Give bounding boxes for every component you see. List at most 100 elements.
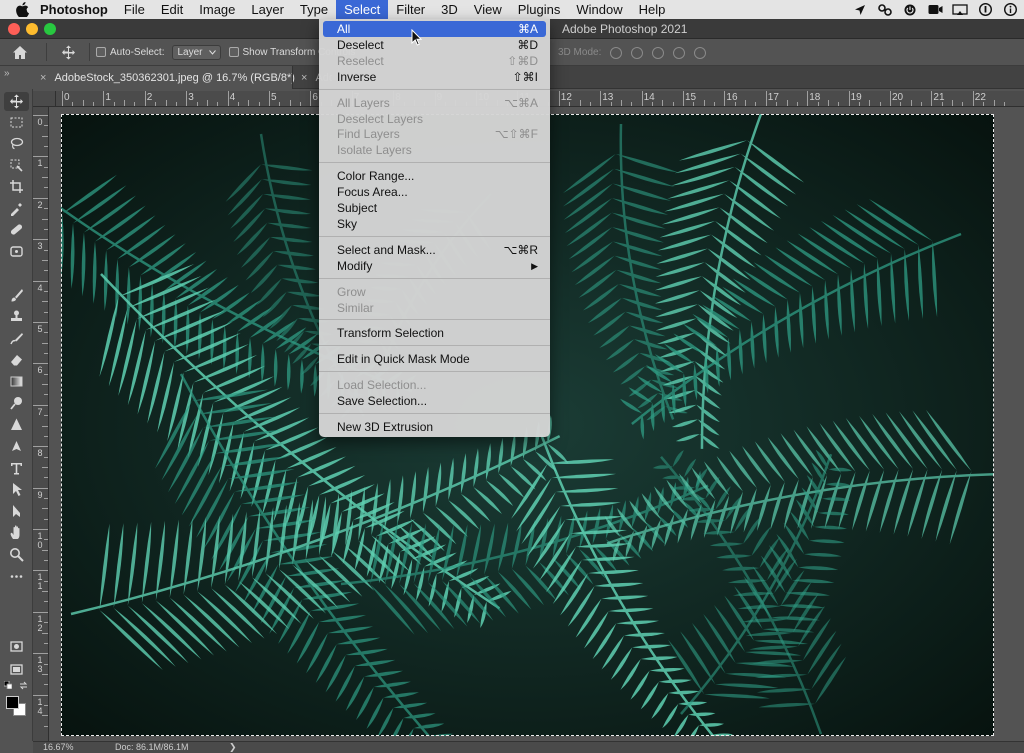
collapse-panels-icon[interactable]: » [4, 68, 10, 79]
creative-cloud-icon[interactable] [877, 3, 893, 17]
eyedropper-tool[interactable] [4, 199, 29, 218]
menu-item-select-and-mask[interactable]: Select and Mask... ⌥⌘R [323, 242, 546, 258]
marquee-tool[interactable] [4, 113, 29, 132]
menu-filter[interactable]: Filter [388, 0, 433, 19]
close-tab-icon[interactable]: × [301, 72, 307, 84]
menu-photoshop[interactable]: Photoshop [34, 0, 116, 19]
close-window-button[interactable] [8, 23, 20, 35]
vertical-ruler[interactable]: 01234567891 01 11 21 31 4 [33, 107, 49, 741]
window-title: Adobe Photoshop 2021 [562, 22, 688, 36]
menu-item-deselect[interactable]: Deselect ⌘D [323, 37, 546, 53]
menu-edit[interactable]: Edit [153, 0, 191, 19]
menu-item-label: All [337, 22, 351, 36]
menu-item-shortcut: ⇧⌘D [507, 53, 538, 68]
ruler-origin[interactable] [33, 91, 56, 107]
auto-select-checkbox[interactable] [96, 47, 106, 57]
pointer-tool[interactable] [4, 502, 29, 521]
ruler-minor-tick [44, 663, 48, 665]
menu-image[interactable]: Image [191, 0, 243, 19]
ruler-minor-tick [155, 102, 157, 106]
location-arrow-icon[interactable] [852, 3, 868, 17]
3d-scale-icon[interactable] [694, 46, 707, 59]
home-button[interactable] [0, 39, 40, 66]
clone-stamp-tool[interactable] [4, 307, 29, 326]
more-tools-button[interactable] [4, 567, 29, 586]
3d-orbit-icon[interactable] [610, 46, 623, 59]
video-camera-icon[interactable] [927, 3, 943, 17]
ruler-minor-tick [703, 100, 705, 106]
menu-3d[interactable]: 3D [433, 0, 466, 19]
submenu-arrow-icon: ▶ [531, 260, 538, 271]
zoom-window-button[interactable] [44, 23, 56, 35]
menu-item-focus-area[interactable]: Focus Area... [323, 184, 546, 200]
auto-select-dropdown[interactable]: Layer [172, 44, 221, 60]
menu-item-modify[interactable]: Modify ▶ [323, 258, 546, 274]
menu-file[interactable]: File [116, 0, 153, 19]
power-icon[interactable] [902, 3, 918, 17]
menu-item-inverse[interactable]: Inverse ⇧⌘I [323, 69, 546, 85]
minimize-window-button[interactable] [26, 23, 38, 35]
menu-item-edit-in-quick-mask-mode[interactable]: Edit in Quick Mask Mode [323, 351, 546, 367]
menu-item-sky[interactable]: Sky [323, 216, 546, 232]
menu-item-label: Modify [337, 258, 373, 273]
menu-item-find-layers: Find Layers ⌥⇧⌘F [323, 126, 546, 142]
move-tool[interactable] [4, 92, 29, 111]
menu-item-subject[interactable]: Subject [323, 200, 546, 216]
status-menu-arrow[interactable]: ❯ [229, 742, 237, 753]
ruler-minor-tick [44, 725, 48, 727]
screen-mirroring-icon[interactable] [952, 3, 968, 17]
ruler-label: 21 [933, 92, 945, 103]
brush-icon [11, 289, 23, 302]
document-tab-active[interactable]: × AdobeStock_350362301.jpeg @ 16.7% (RGB… [30, 66, 295, 89]
3d-slide-icon[interactable] [673, 46, 686, 59]
healing-brush-tool[interactable] [4, 220, 29, 239]
menu-select[interactable]: Select [336, 0, 389, 19]
swap-colors-icon[interactable] [19, 681, 28, 690]
path-selection-tool[interactable] [4, 480, 29, 499]
auto-select-option[interactable]: Auto-Select: [96, 39, 164, 66]
info-icon[interactable] [1002, 3, 1018, 17]
ruler-minor-tick [82, 100, 84, 106]
hand-tool[interactable] [4, 523, 29, 542]
status-circle-icon[interactable] [977, 3, 993, 17]
ruler-minor-tick [44, 477, 48, 479]
foreground-color-swatch[interactable] [6, 696, 19, 709]
ruler-minor-tick [42, 591, 48, 593]
ruler-tick [33, 197, 48, 199]
object-selection-tool[interactable] [4, 156, 29, 175]
menu-item-all[interactable]: All ⌘A [323, 21, 546, 37]
zoom-tool[interactable] [4, 545, 29, 564]
menu-plugins[interactable]: Plugins [510, 0, 569, 19]
dodge-tool[interactable] [4, 394, 29, 413]
lasso-tool[interactable] [4, 134, 29, 153]
menu-help[interactable]: Help [631, 0, 674, 19]
menu-item-new-3d-extrusion[interactable]: New 3D Extrusion [323, 419, 546, 435]
tools-panel [0, 89, 33, 741]
history-brush-tool[interactable] [4, 329, 29, 348]
default-colors-icon[interactable] [4, 681, 12, 689]
menu-window[interactable]: Window [568, 0, 630, 19]
brush-tool[interactable] [4, 286, 29, 305]
show-transform-controls-checkbox[interactable] [228, 47, 239, 57]
3d-roll-icon[interactable] [631, 46, 644, 59]
menu-item-color-range[interactable]: Color Range... [323, 168, 546, 184]
zoom-level[interactable]: 16.67% [43, 742, 83, 752]
apple-icon[interactable] [10, 0, 34, 19]
menu-item-save-selection[interactable]: Save Selection... [323, 393, 546, 409]
type-tool[interactable] [4, 459, 29, 478]
screen-mode-button[interactable] [4, 660, 29, 679]
menu-item-transform-selection[interactable]: Transform Selection [323, 325, 546, 341]
quick-mask-button[interactable] [4, 637, 29, 656]
move-tool-preset-button[interactable] [53, 39, 83, 66]
gradient-tool[interactable] [4, 372, 29, 391]
patch-tool[interactable] [4, 242, 29, 261]
crop-tool[interactable] [4, 177, 29, 196]
3d-drag-icon[interactable] [652, 46, 665, 59]
pen-tool[interactable] [4, 437, 29, 456]
close-tab-icon[interactable]: × [40, 72, 46, 84]
menu-type[interactable]: Type [292, 0, 336, 19]
sharpen-tool[interactable] [4, 415, 29, 434]
menu-view[interactable]: View [466, 0, 510, 19]
eraser-tool[interactable] [4, 350, 29, 369]
menu-layer[interactable]: Layer [243, 0, 292, 19]
